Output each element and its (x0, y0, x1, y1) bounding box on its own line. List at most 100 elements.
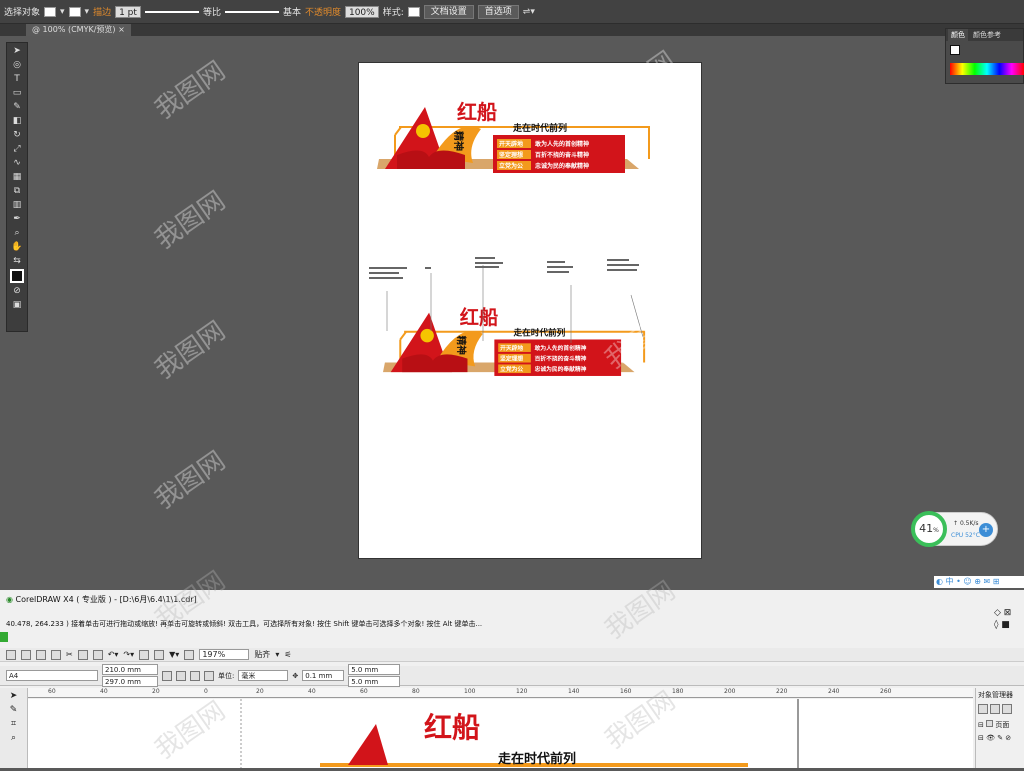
print-icon[interactable] (51, 649, 61, 660)
unit-select[interactable]: 毫米 (238, 670, 289, 681)
ruler-tick-label: 200 (724, 688, 736, 695)
tool-indicator (0, 632, 8, 642)
snap-dropdown-icon[interactable]: ▾ (275, 650, 279, 659)
profile-label[interactable]: 等比 (203, 5, 221, 18)
page-width-field[interactable]: 210.0 mm (102, 664, 158, 675)
launcher-icon[interactable]: ▼▾ (169, 650, 179, 659)
ruler-tick-label: 80 (412, 688, 420, 695)
eraser-tool-icon[interactable]: ◧ (10, 115, 24, 127)
landscape-icon[interactable] (176, 670, 186, 681)
paste-icon[interactable] (92, 649, 103, 660)
none-color-icon[interactable]: ⊘ (10, 285, 24, 297)
corel-toolbox: ➤ ✎ ⌗ ⌕ (0, 688, 28, 768)
stroke-weight-field[interactable]: 1 pt (115, 5, 141, 18)
options-icon[interactable]: ⚟ (284, 650, 291, 659)
fill-indicator-icons[interactable]: ◊ ■ (994, 620, 1010, 630)
document-setup-button[interactable]: 文档设置 (423, 4, 474, 19)
page-node[interactable]: ⊟ 页面 (976, 718, 1024, 732)
shape-tool-icon[interactable]: ✎ (7, 704, 21, 716)
window-title: ◉ CorelDRAW X4 ( 专业版 ) - [D:\6月\6.4\1\1.… (6, 594, 197, 605)
save-icon[interactable] (36, 649, 46, 660)
stroke-profile-preview[interactable] (144, 10, 199, 13)
pick-tool-icon[interactable]: ➤ (7, 690, 21, 702)
system-monitor-widget[interactable]: 41% ↑ 0.5K/s CPU 52°C + (911, 511, 998, 547)
cut-icon[interactable]: ✂ (66, 650, 73, 659)
property-bar: A4 210.0 mm 297.0 mm 单位: 毫米 ✥ 0.1 mm 5.0… (0, 664, 1024, 687)
gradient-tool-icon[interactable]: ▦ (10, 171, 24, 183)
current-page-icon[interactable] (204, 670, 214, 681)
zoom-tool-icon-corel[interactable]: ⌕ (7, 732, 21, 744)
stroke-dropdown-icon[interactable]: ▾ (85, 7, 90, 17)
opacity-field[interactable]: 100% (344, 5, 379, 18)
stroke-swatch[interactable] (68, 6, 81, 17)
rotate-tool-icon[interactable]: ↻ (10, 129, 24, 141)
title-big: 红船 (460, 306, 498, 329)
fill-dropdown-icon[interactable]: ▾ (60, 7, 65, 17)
object-manager-title: 对象管理器 (978, 691, 1013, 699)
unit-label: 单位: (218, 671, 235, 680)
fill-stroke-swatch[interactable] (10, 269, 24, 283)
page-size-select[interactable]: A4 (6, 670, 98, 681)
blend-tool-icon[interactable]: ⧉ (10, 185, 24, 197)
crop-tool-icon[interactable]: ⌗ (7, 718, 21, 730)
hand-tool-icon[interactable]: ✋ (10, 241, 24, 253)
snap-menu[interactable]: 贴齐 (254, 649, 270, 660)
undo-icon[interactable]: ↶▾ (108, 650, 119, 659)
zoom-tool-icon[interactable]: ⌕ (10, 227, 24, 239)
page-height-field[interactable]: 297.0 mm (102, 676, 158, 687)
brush-preview[interactable] (224, 10, 279, 13)
duplicate-y-field[interactable]: 5.0 mm (348, 676, 401, 687)
arrange-icon[interactable]: ⇌▾ (523, 7, 535, 17)
import-icon[interactable] (139, 649, 150, 660)
warp-tool-icon[interactable]: ∿ (10, 157, 24, 169)
stroke-label[interactable]: 描边 (93, 5, 111, 18)
opacity-label[interactable]: 不透明度 (305, 5, 341, 18)
welcome-icon[interactable] (184, 649, 195, 660)
color-guide-tab[interactable]: 颜色参考 (970, 29, 1004, 41)
open-icon[interactable] (21, 649, 31, 660)
type-tool-icon[interactable]: T (10, 73, 24, 85)
layer-node[interactable]: ⊟ 👁 ✎ ⊘ (976, 732, 1024, 744)
pencil-tool-icon[interactable]: ✎ (10, 101, 24, 113)
row-tag: 立党为公 (500, 365, 523, 373)
selection-tool-icon[interactable]: ➤ (10, 45, 24, 57)
color-tab[interactable]: 颜色 (948, 29, 968, 41)
redo-icon[interactable]: ↷▾ (123, 650, 134, 659)
ruler-tick-label: 100 (464, 688, 476, 695)
coreldraw-window: ◉ CorelDRAW X4 ( 专业版 ) - [D:\6月\6.4\1\1.… (0, 590, 1024, 768)
graph-tool-icon[interactable]: ▥ (10, 199, 24, 211)
copy-icon[interactable] (77, 649, 88, 660)
duplicate-x-field[interactable]: 5.0 mm (348, 664, 401, 675)
ime-toolbar[interactable]: ◐ 中 • ☺ ⊕ ✉ ⊞ (934, 576, 1024, 588)
screen-mode-icon[interactable]: ▣ (10, 299, 24, 311)
nudge-field[interactable]: 0.1 mm (302, 670, 345, 681)
title-small: 精神 (455, 336, 467, 356)
document-tab[interactable]: @ 100% (CMYK/预览) × (26, 24, 131, 36)
fill-outline-icons[interactable]: ◇ ⊠ (994, 608, 1011, 618)
ruler-tick-label: 0 (204, 688, 208, 695)
new-icon[interactable] (6, 649, 16, 660)
color-spectrum[interactable] (950, 63, 1024, 75)
scale-tool-icon[interactable]: ⤢ (10, 143, 24, 155)
style-swatch[interactable] (407, 6, 420, 17)
plus-icon[interactable]: + (979, 523, 993, 537)
brush-label[interactable]: 基本 (283, 5, 301, 18)
fill-swatch[interactable] (44, 6, 57, 17)
row-text: 敢为人先的首创精神 (535, 140, 589, 148)
select-object-label: 选择对象 (4, 8, 41, 18)
row-text: 敢为人先的首创精神 (535, 344, 587, 352)
export-icon[interactable] (154, 649, 165, 660)
lasso-tool-icon[interactable]: ◎ (10, 59, 24, 71)
portrait-icon[interactable] (162, 670, 172, 681)
all-pages-icon[interactable] (190, 670, 200, 681)
swap-colors-icon[interactable]: ⇆ (10, 255, 24, 267)
ruler-tick-label: 240 (828, 688, 840, 695)
preferences-button[interactable]: 首选项 (477, 4, 519, 19)
close-icon[interactable]: × (118, 25, 125, 34)
object-manager-icons[interactable] (976, 702, 1024, 718)
rectangle-tool-icon[interactable]: ▭ (10, 87, 24, 99)
eyedropper-tool-icon[interactable]: ✒ (10, 213, 24, 225)
fill-color-icon[interactable] (950, 45, 960, 55)
zoom-level-field[interactable]: 197% (199, 649, 250, 660)
watermark: 我图网 (149, 55, 231, 126)
